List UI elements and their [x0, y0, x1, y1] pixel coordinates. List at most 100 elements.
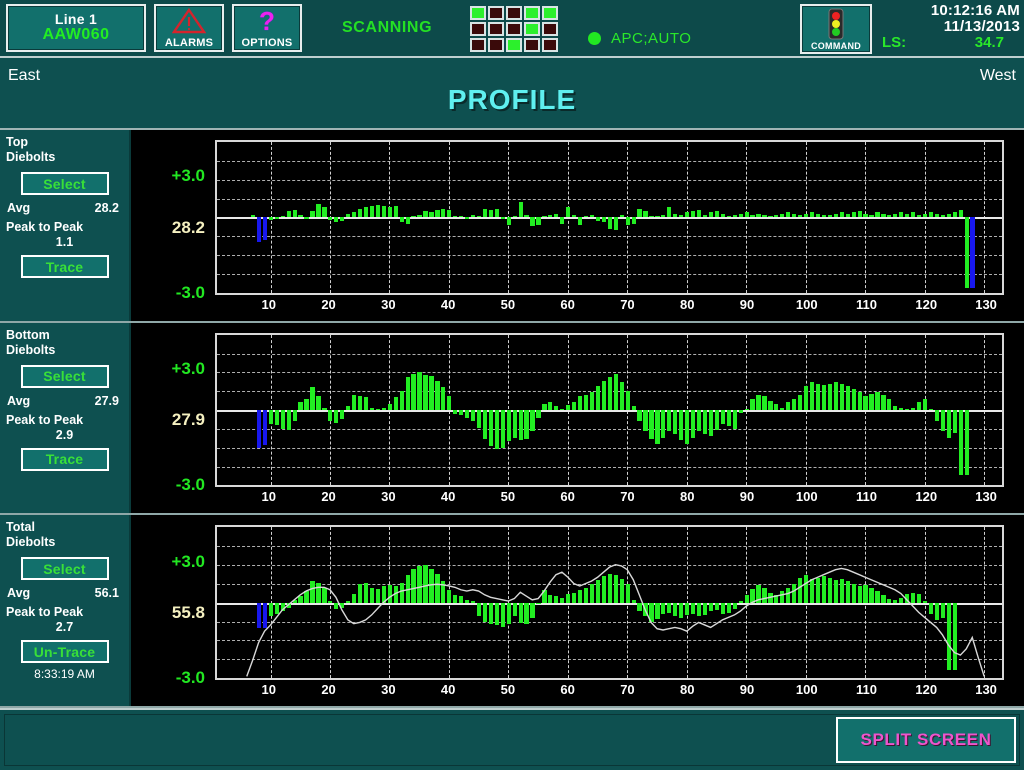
chart-bar	[530, 410, 535, 432]
x-axis-tick-label: 40	[440, 489, 456, 505]
chart-bar	[292, 209, 297, 218]
chart-bar	[607, 217, 612, 229]
chart-bar	[322, 407, 327, 411]
trace-button[interactable]: Trace	[20, 447, 109, 471]
chart-bar	[375, 408, 381, 411]
chart-bar	[833, 213, 838, 218]
chart-bar	[625, 391, 630, 411]
profile-panel-bottom: Bottom Diebolts Select Avg 27.9 Peak to Peak 2…	[0, 322, 1024, 516]
chart-bar	[839, 383, 844, 411]
chart-bar	[673, 213, 678, 218]
chart-bar	[649, 216, 654, 218]
warning-triangle-icon	[172, 8, 206, 34]
status-led-r3-c5	[542, 38, 558, 52]
chart-bar	[643, 410, 648, 432]
chart-bar	[690, 211, 696, 218]
chart-bar	[512, 410, 517, 438]
chart-bar	[577, 217, 583, 225]
chart-bar	[744, 408, 749, 411]
plot-area-bottom: 10 20 30 40 50 60 70 80 90 100 110 120 130	[211, 322, 1024, 514]
panel-title-line2: Diebolts	[6, 535, 56, 550]
select-button[interactable]: Select	[20, 364, 109, 388]
chart-bar	[488, 410, 494, 447]
trace-button[interactable]: Un-Trace	[20, 640, 109, 664]
chart-bar	[946, 410, 951, 438]
command-button[interactable]: COMMAND	[800, 4, 872, 54]
panel-controls-top: Top Diebolts Select Avg 28.2 Peak to Peak 1.1 T…	[0, 130, 131, 321]
select-button[interactable]: Select	[20, 557, 109, 581]
select-button[interactable]: Select	[20, 172, 109, 195]
chart-bar	[524, 410, 529, 439]
status-led-r3-c1	[470, 38, 486, 52]
y-axis-top: +3.0 28.2 -3.0	[131, 130, 211, 321]
chart-bar	[815, 383, 821, 411]
y-axis-min-label: -3.0	[175, 667, 205, 687]
status-led-r2-c3	[506, 22, 522, 36]
plot-area-top: 10 20 30 40 50 60 70 80 90 100 110 120 130	[211, 130, 1024, 321]
status-led-r1-c1	[470, 6, 486, 20]
chart-bar	[696, 410, 702, 432]
clock-time: 10:12:16 AM	[930, 2, 1020, 19]
direction-label-east: East	[8, 67, 41, 84]
chart-bar	[649, 410, 654, 439]
chart-bar	[560, 217, 565, 224]
chart-bar	[589, 214, 595, 218]
chart-bar	[738, 410, 743, 413]
y-axis-center-value: 27.9	[171, 410, 205, 430]
alarms-button[interactable]: ALARMS	[154, 4, 224, 52]
chart-bar	[352, 212, 357, 218]
chart-bar	[916, 214, 922, 218]
chart-bar	[798, 214, 803, 218]
trace-line	[217, 527, 1002, 678]
chart-bar	[589, 392, 595, 411]
chart-bottom	[215, 332, 1004, 488]
chart-bar	[750, 398, 755, 411]
status-led-grid	[470, 6, 558, 52]
chart-bar	[875, 212, 880, 218]
chart-bar	[833, 382, 838, 411]
clock-display: 10:12:16 AM 11/13/2013 LS: 34.7	[876, 3, 1020, 51]
chart-bar	[435, 209, 440, 218]
peak-to-peak-value: 2.9	[55, 427, 74, 442]
chart-bar	[310, 211, 315, 218]
chart-bar	[744, 212, 749, 218]
chart-bar	[958, 209, 963, 218]
x-axis-tick-label: 40	[440, 296, 456, 312]
status-led-r1-c5	[542, 6, 558, 20]
x-axis-tick-label: 90	[739, 682, 755, 698]
avg-label: Avg	[7, 201, 31, 215]
x-axis-tick-label: 70	[620, 682, 635, 698]
chart-bar	[566, 405, 571, 411]
status-led-r1-c3	[506, 6, 522, 20]
panel-controls-total: Total Diebolts Select Avg 56.1 Peak to Peak 2.…	[0, 515, 131, 707]
chart-bar	[893, 213, 898, 218]
chart-bar	[268, 217, 273, 220]
avg-value: 28.2	[94, 201, 119, 215]
chart-bar	[298, 402, 303, 411]
chart-bar	[708, 212, 714, 218]
panel-title-line2: Diebolts	[6, 342, 56, 357]
x-axis-tick-label: 20	[321, 296, 336, 312]
chart-bar	[328, 217, 333, 220]
chart-bar	[262, 217, 268, 240]
chart-bar	[286, 211, 291, 218]
chart-bar	[607, 377, 612, 411]
split-screen-button[interactable]: SPLIT SCREEN	[836, 717, 1016, 763]
peak-to-peak-label: Peak to Peak	[6, 412, 84, 427]
chart-bar	[780, 407, 785, 411]
trace-button[interactable]: Trace	[20, 255, 109, 278]
line-select-button[interactable]: Line 1 AAW060	[6, 4, 146, 52]
chart-bar	[476, 216, 482, 218]
chart-bar	[542, 403, 547, 411]
top-toolbar: Line 1 AAW060 ALARMS ? OPTIONS SCANNING …	[0, 0, 1024, 58]
chart-bar	[964, 217, 969, 288]
chart-bar	[613, 373, 618, 411]
options-button[interactable]: ? OPTIONS	[232, 4, 302, 52]
chart-bar	[905, 408, 910, 411]
chart-bar	[738, 213, 743, 218]
chart-bar	[512, 216, 517, 218]
x-axis-tick-label: 120	[915, 296, 938, 312]
chart-bar	[726, 216, 731, 218]
x-axis-tick-label: 20	[321, 489, 336, 505]
chart-bar	[506, 217, 511, 225]
